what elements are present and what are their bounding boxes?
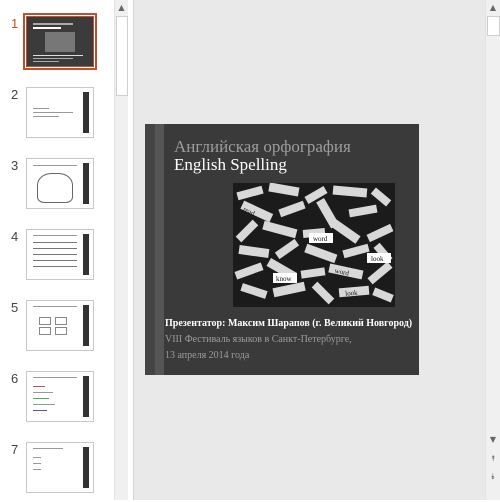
thumb-side-bar [83, 376, 89, 417]
thumb-text-line [33, 260, 77, 261]
thumb-drawing [37, 173, 73, 203]
thumb-text-line [33, 165, 77, 166]
thumb-side-bar [83, 305, 89, 346]
thumb-title-line [33, 27, 61, 29]
thumb-side-bar [83, 92, 89, 133]
slide-left-band [145, 124, 155, 375]
thumb-side-bar [83, 234, 89, 275]
slide-number: 6 [11, 371, 19, 386]
thumb-box [55, 317, 67, 325]
thumb-text-line [33, 448, 63, 449]
thumb-text-line [33, 386, 45, 387]
slide-thumbnail-pane: 1 2 3 4 5 6 7 [0, 0, 114, 500]
double-chevron-up-icon: ⯭ [490, 454, 496, 463]
scroll-down-button[interactable]: ▼ [486, 432, 500, 446]
slide-thumbnail[interactable] [26, 229, 94, 280]
thumb-text-line [33, 116, 59, 117]
scroll-up-button[interactable]: ▲ [486, 0, 500, 14]
slide-number: 4 [11, 229, 19, 244]
thumb-side-bar [83, 163, 89, 204]
slide-thumbnail[interactable] [23, 13, 97, 70]
previous-slide-button[interactable]: ⯭ [486, 452, 500, 466]
photo-word: look [345, 289, 359, 298]
slide-number: 1 [11, 16, 19, 31]
editor-scrollbar[interactable]: ▲ ▼ ⯭ ⯯ [485, 0, 500, 500]
slide-number: 2 [11, 87, 19, 102]
thumbnail-row-5[interactable]: 5 [0, 300, 114, 360]
thumb-text-line [33, 404, 55, 405]
thumbnail-row-3[interactable]: 3 [0, 158, 114, 218]
thumb-box [39, 327, 51, 335]
slide-left-stripe [155, 124, 164, 375]
scroll-up-button[interactable]: ▲ [115, 0, 128, 14]
thumb-text-line [33, 266, 77, 267]
presenter-line[interactable]: Презентатор: Максим Шарапов (г. Великий … [165, 318, 412, 329]
thumbnail-row-7[interactable]: 7 [0, 442, 114, 502]
main-slide[interactable]: Английская орфография English Spelling l… [145, 124, 419, 375]
thumbnail-row-4[interactable]: 4 [0, 229, 114, 289]
thumbnail-row-2[interactable]: 2 [0, 87, 114, 147]
double-chevron-down-icon: ⯯ [490, 472, 496, 481]
thumb-text-line [33, 410, 47, 411]
thumb-title-line [33, 23, 73, 25]
thumb-photo [45, 32, 75, 52]
slide-thumbnail[interactable] [26, 300, 94, 351]
photo-word: word [313, 235, 328, 243]
slide-title-english[interactable]: English Spelling [174, 155, 287, 175]
thumbnail-scrollbar[interactable]: ▲ [114, 0, 128, 500]
thumbnail-row-1[interactable]: 1 [0, 13, 114, 76]
thumb-text-line [33, 254, 77, 255]
slide-number: 7 [11, 442, 19, 457]
thumb-box [39, 317, 51, 325]
word-collage-image: look word know read word look [233, 183, 395, 307]
thumb-text-line [33, 55, 83, 56]
chevron-up-icon: ▲ [118, 2, 125, 12]
slide-thumbnail[interactable] [26, 442, 94, 493]
festival-line[interactable]: VIII Фестиваль языков в Санкт-Петербурге… [165, 334, 352, 345]
thumb-text-line [33, 392, 53, 393]
thumb-text-line [33, 398, 49, 399]
thumb-box [55, 327, 67, 335]
slide-title-russian[interactable]: Английская орфография [174, 137, 351, 157]
chevron-up-icon: ▲ [489, 2, 497, 12]
thumb-text-line [33, 112, 73, 113]
slide-thumbnail[interactable] [26, 87, 94, 138]
next-slide-button[interactable]: ⯯ [486, 470, 500, 484]
thumb-text-line [33, 457, 41, 458]
date-line[interactable]: 13 апреля 2014 года [165, 350, 249, 361]
slide-number: 5 [11, 300, 19, 315]
thumb-text-line [33, 108, 49, 109]
scroll-thumb[interactable] [116, 16, 128, 96]
slide-number: 3 [11, 158, 19, 173]
thumb-text-line [33, 377, 77, 378]
thumb-text-line [33, 463, 41, 464]
word-collage-photo[interactable]: look word know read word look [233, 183, 395, 307]
photo-word: know [276, 275, 293, 283]
slide-thumbnail[interactable] [26, 371, 94, 422]
thumb-text-line [33, 306, 77, 307]
thumb-text-line [33, 469, 41, 470]
thumb-side-bar [83, 447, 89, 488]
thumb-text-line [33, 248, 77, 249]
photo-word: look [371, 255, 384, 263]
thumb-text-line [33, 58, 73, 59]
thumb-text-line [33, 242, 77, 243]
thumb-text-line [33, 235, 77, 236]
thumb-text-line [33, 61, 59, 62]
slide-thumbnail[interactable] [26, 158, 94, 209]
chevron-down-icon: ▼ [489, 434, 497, 444]
thumbnail-row-6[interactable]: 6 [0, 371, 114, 431]
scroll-thumb[interactable] [487, 16, 500, 36]
